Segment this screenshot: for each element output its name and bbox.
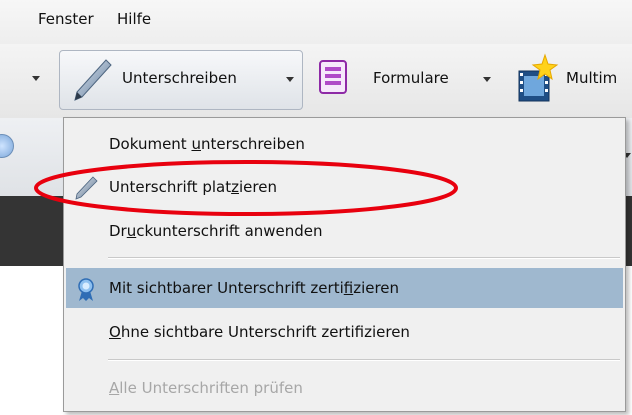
sign-dropdown-menu: Dokument unterschreiben Unterschrift pla… (63, 117, 626, 412)
menu-item-label: ieren (238, 178, 277, 196)
mnemonic: u (126, 222, 137, 240)
menu-item-label: lle Unterschriften prüfen (119, 379, 303, 397)
mnemonic: f (343, 279, 354, 297)
ribbon-certificate-icon (76, 277, 96, 317)
menu-item-label: Dr (109, 222, 127, 240)
mnemonic: u (191, 135, 201, 153)
menu-item-validate-all[interactable]: Alle Unterschriften prüfen (66, 368, 623, 408)
mnemonic: O (109, 323, 121, 341)
menu-bar: Fenster Hilfe (0, 0, 632, 45)
menu-separator (108, 359, 620, 361)
menu-item-label: izieren (353, 279, 400, 297)
menu-item-label: Dokument (109, 135, 192, 153)
pen-icon (74, 175, 98, 215)
menu-fenster[interactable]: Fenster (38, 10, 94, 28)
menu-item-certify-invisible[interactable]: Ohne sichtbare Unterschrift zertifiziere… (66, 312, 623, 352)
chevron-down-icon (286, 77, 294, 82)
mnemonic: z (231, 178, 239, 196)
menu-item-label: nterschreiben (200, 135, 305, 153)
multimedia-button-label[interactable]: Multim (566, 69, 617, 87)
sign-button-label: Unterschreiben (122, 69, 237, 87)
sign-button[interactable]: Unterschreiben (59, 50, 303, 110)
menu-separator (108, 257, 620, 259)
pen-icon (70, 57, 114, 107)
menu-item-apply-ink-signature[interactable]: Druckunterschrift anwenden (66, 211, 623, 251)
menu-item-certify-visible[interactable]: Mit sichtbarer Unterschrift zertifiziere… (66, 268, 623, 308)
multimedia-icon[interactable] (515, 53, 561, 109)
menu-item-place-signature[interactable]: Unterschrift platzieren (66, 167, 623, 207)
menu-item-sign-document[interactable]: Dokument unterschreiben (66, 124, 623, 164)
menu-item-label: ckunterschrift anwenden (136, 222, 323, 240)
mnemonic: A (109, 379, 120, 397)
menu-item-label: hne sichtbare Unterschrift zertifizieren (120, 323, 410, 341)
menu-item-label: Unterschrift plat (109, 178, 232, 196)
forms-icon[interactable] (318, 60, 360, 98)
chevron-down-icon[interactable] (483, 77, 491, 82)
menu-item-label: Mit sichtbarer Unterschrift zerti (109, 279, 344, 297)
chevron-down-icon[interactable] (32, 76, 40, 81)
menu-hilfe[interactable]: Hilfe (117, 10, 151, 28)
forms-button-label[interactable]: Formulare (373, 69, 449, 87)
